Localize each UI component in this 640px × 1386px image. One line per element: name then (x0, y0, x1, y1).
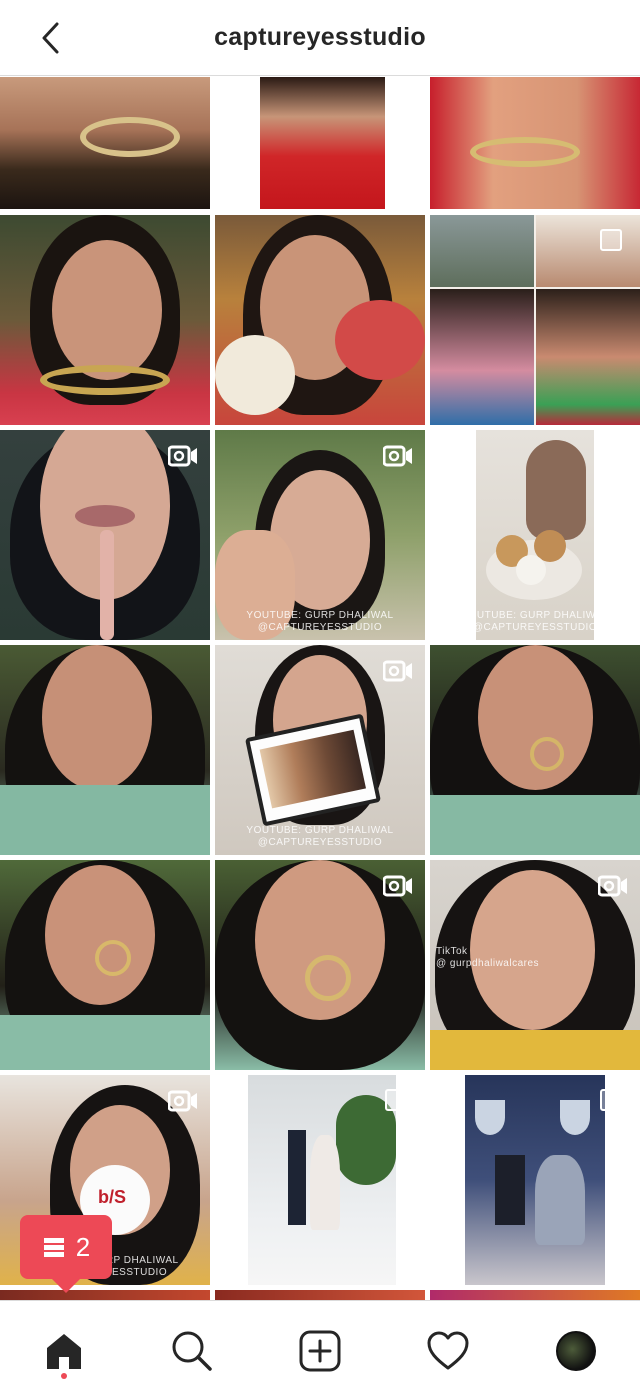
post-thumbnail[interactable] (215, 860, 425, 1070)
post-watermark: YOUTUBE: GURP DHALIWAL @CAPTUREYESSTUDIO (246, 825, 394, 848)
post-thumbnail[interactable] (430, 77, 640, 209)
post-thumbnail[interactable] (0, 860, 210, 1070)
post-watermark: YOUTUBE: GURP DHALIWAL @CAPTUREYESSTUDIO (461, 610, 609, 633)
post-thumbnail[interactable] (215, 1075, 425, 1285)
video-icon (383, 660, 412, 682)
tab-search[interactable] (168, 1327, 216, 1375)
notification-count: 2 (75, 1231, 91, 1262)
video-icon (383, 445, 412, 467)
post-thumbnail[interactable]: YOUTUBE: GURP DHALIWAL @CAPTUREYESSTUDIO (215, 645, 425, 855)
video-icon (598, 875, 627, 897)
post-thumbnail[interactable] (430, 645, 640, 855)
post-thumbnail[interactable] (430, 215, 640, 425)
back-button[interactable] (30, 18, 70, 58)
tab-home[interactable] (40, 1327, 88, 1379)
search-icon (172, 1331, 212, 1371)
video-icon (168, 1090, 197, 1112)
multiple-posts-icon (385, 1089, 407, 1111)
tab-new-post[interactable] (296, 1327, 344, 1375)
tab-profile[interactable] (552, 1327, 600, 1375)
new-post-icon (299, 1330, 341, 1372)
post-thumbnail[interactable] (0, 215, 210, 425)
active-tab-dot (61, 1373, 67, 1379)
post-watermark: YOUTUBE: GURP DHALIWAL @CAPTUREYESSTUDIO (246, 610, 394, 633)
post-thumbnail[interactable]: YOUTUBE: GURP DHALIWAL @CAPTUREYESSTUDIO (430, 430, 640, 640)
product-label: b/S (98, 1187, 127, 1207)
post-thumbnail[interactable]: TikTok @ gurpdhaliwalcares (430, 860, 640, 1070)
video-icon (383, 875, 412, 897)
tab-activity[interactable] (424, 1327, 472, 1375)
activity-heart-icon (427, 1331, 469, 1370)
home-icon (47, 1334, 81, 1369)
video-icon (598, 445, 627, 467)
post-watermark: TikTok @ gurpdhaliwalcares (436, 946, 540, 969)
bottom-tab-bar (0, 1300, 640, 1386)
stack-icon (43, 1238, 64, 1257)
multiple-posts-icon (600, 1089, 622, 1111)
post-thumbnail[interactable] (215, 77, 425, 209)
video-icon (168, 445, 197, 467)
chevron-left-icon (42, 22, 59, 54)
post-thumbnail[interactable] (0, 77, 210, 209)
post-thumbnail[interactable]: YOUTUBE: GURP DHALIWAL @CAPTUREYESSTUDIO (215, 430, 425, 640)
top-bar: captureyesstudio (0, 0, 640, 76)
multiple-posts-icon (600, 229, 622, 251)
post-thumbnail[interactable] (215, 215, 425, 425)
post-thumbnail[interactable] (430, 1075, 640, 1285)
activity-notification-bubble[interactable]: 2 (20, 1215, 112, 1293)
post-thumbnail[interactable] (0, 430, 210, 640)
post-thumbnail[interactable] (430, 1290, 640, 1300)
post-thumbnail[interactable] (0, 1290, 210, 1300)
post-thumbnail[interactable] (0, 645, 210, 855)
profile-avatar (556, 1331, 596, 1371)
profile-username-title: captureyesstudio (214, 23, 426, 51)
post-thumbnail[interactable] (215, 1290, 425, 1300)
